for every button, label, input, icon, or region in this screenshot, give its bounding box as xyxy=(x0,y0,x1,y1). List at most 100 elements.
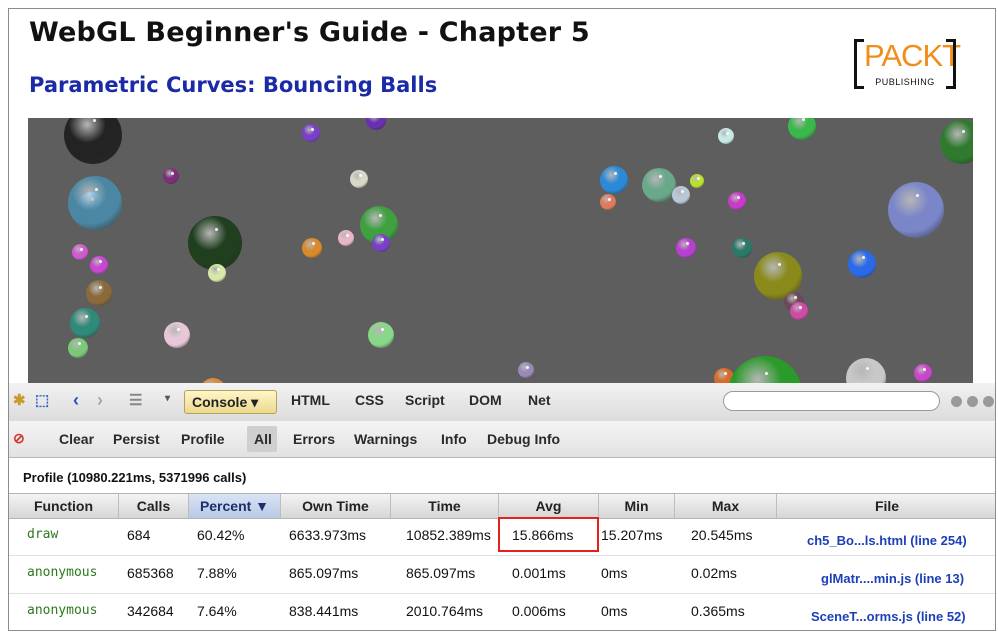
firebug-toolbar: ✱ ⬚ ‹ › ☰ ▾ Console ▾ HTML CSS Script DO… xyxy=(9,383,995,422)
ball xyxy=(600,194,616,210)
detach-icon[interactable] xyxy=(983,396,994,407)
table-row: anonymous 342684 7.64% 838.441ms 2010.76… xyxy=(9,594,995,630)
col-time[interactable]: Time xyxy=(391,494,499,518)
avg-highlight-box xyxy=(498,517,599,552)
tab-html[interactable]: HTML xyxy=(291,392,330,408)
min-value: 0ms xyxy=(601,565,628,581)
error-filter-icon[interactable]: ⊘ xyxy=(13,430,25,447)
max-value: 0.365ms xyxy=(691,603,745,619)
profile-summary: Profile (10980.221ms, 5371996 calls) xyxy=(23,470,247,485)
ball xyxy=(164,322,190,348)
ball xyxy=(690,174,704,188)
back-arrow-icon[interactable]: ‹ xyxy=(73,390,79,411)
function-link[interactable]: draw xyxy=(27,527,58,542)
own-time-value: 865.097ms xyxy=(289,565,359,581)
col-calls[interactable]: Calls xyxy=(119,494,189,518)
ball xyxy=(718,128,734,144)
avg-value: 0.001ms xyxy=(512,565,566,581)
ball xyxy=(888,182,944,238)
max-value: 20.545ms xyxy=(691,527,753,543)
ball xyxy=(68,176,122,230)
ball xyxy=(64,118,122,164)
ball xyxy=(848,250,876,278)
min-value: 15.207ms xyxy=(601,527,663,543)
clear-button[interactable]: Clear xyxy=(59,431,94,447)
ball xyxy=(672,186,690,204)
ball xyxy=(368,322,394,348)
ball xyxy=(940,120,973,164)
function-link[interactable]: anonymous xyxy=(27,565,97,580)
filter-info[interactable]: Info xyxy=(441,431,467,447)
tab-script[interactable]: Script xyxy=(405,392,445,408)
col-own-time[interactable]: Own Time xyxy=(281,494,391,518)
profile-button[interactable]: Profile xyxy=(181,431,225,447)
forward-arrow-icon[interactable]: › xyxy=(97,390,103,411)
tab-net[interactable]: Net xyxy=(528,392,551,408)
screenshot-frame: WebGL Beginner's Guide - Chapter 5 Param… xyxy=(8,8,996,631)
dropdown-icon[interactable]: ▾ xyxy=(165,393,170,404)
table-row: anonymous 685368 7.88% 865.097ms 865.097… xyxy=(9,556,995,594)
ball xyxy=(728,192,746,210)
ball xyxy=(676,238,696,258)
ball xyxy=(790,302,808,320)
list-icon[interactable]: ☰ xyxy=(129,391,142,409)
packt-logo: PACKT PUBLISHING xyxy=(854,37,961,95)
filter-all[interactable]: All xyxy=(254,431,272,447)
ball xyxy=(163,168,179,184)
page-subtitle: Parametric Curves: Bouncing Balls xyxy=(29,73,438,97)
col-file[interactable]: File xyxy=(777,494,995,518)
percent-value: 7.88% xyxy=(197,565,237,581)
ball xyxy=(914,364,932,382)
avg-value: 0.006ms xyxy=(512,603,566,619)
min-value: 0ms xyxy=(601,603,628,619)
tab-css[interactable]: CSS xyxy=(355,392,384,408)
ball xyxy=(188,216,242,270)
webgl-canvas[interactable] xyxy=(28,118,973,392)
filter-warnings[interactable]: Warnings xyxy=(354,431,417,447)
col-max[interactable]: Max xyxy=(675,494,777,518)
ball xyxy=(642,168,676,202)
persist-button[interactable]: Persist xyxy=(113,431,160,447)
inspect-icon[interactable]: ⬚ xyxy=(35,391,49,409)
firebug-bug-icon[interactable]: ✱ xyxy=(13,391,26,409)
time-value: 865.097ms xyxy=(406,565,476,581)
search-input[interactable] xyxy=(723,391,940,411)
tab-console[interactable]: Console ▾ xyxy=(184,390,277,414)
time-value: 10852.389ms xyxy=(406,527,491,543)
col-min[interactable]: Min xyxy=(599,494,675,518)
profile-table-header: Function Calls Percent ▼ Own Time Time A… xyxy=(9,493,995,519)
own-time-value: 6633.973ms xyxy=(289,527,367,543)
file-link[interactable]: SceneT...orms.js (line 52) xyxy=(811,609,966,624)
file-link[interactable]: ch5_Bo...ls.html (line 254) xyxy=(807,533,967,548)
close-icon[interactable] xyxy=(967,396,978,407)
minimize-icon[interactable] xyxy=(951,396,962,407)
page-title: WebGL Beginner's Guide - Chapter 5 xyxy=(29,17,590,48)
filter-debug-info[interactable]: Debug Info xyxy=(487,431,560,447)
ball xyxy=(86,280,112,306)
ball xyxy=(70,308,100,338)
ball xyxy=(302,238,322,258)
calls-value: 684 xyxy=(127,527,151,543)
ball xyxy=(72,244,88,260)
ball xyxy=(338,230,354,246)
calls-value: 342684 xyxy=(127,603,174,619)
max-value: 0.02ms xyxy=(691,565,737,581)
filter-errors[interactable]: Errors xyxy=(293,431,335,447)
ball xyxy=(302,124,320,142)
ball xyxy=(208,264,226,282)
function-link[interactable]: anonymous xyxy=(27,603,97,618)
ball xyxy=(366,118,386,130)
percent-value: 7.64% xyxy=(197,603,237,619)
file-link[interactable]: glMatr....min.js (line 13) xyxy=(821,571,964,586)
logo-right-bracket xyxy=(946,39,956,89)
logo-left-bracket xyxy=(854,39,864,89)
logo-tagline: PUBLISHING xyxy=(875,77,935,87)
col-function[interactable]: Function xyxy=(9,494,119,518)
console-toolbar: ⊘ Clear Persist Profile All Errors Warni… xyxy=(9,421,995,458)
ball xyxy=(350,170,368,188)
ball xyxy=(732,238,752,258)
tab-dom[interactable]: DOM xyxy=(469,392,502,408)
col-avg[interactable]: Avg xyxy=(499,494,599,518)
ball xyxy=(518,362,534,378)
col-percent[interactable]: Percent ▼ xyxy=(189,494,281,518)
